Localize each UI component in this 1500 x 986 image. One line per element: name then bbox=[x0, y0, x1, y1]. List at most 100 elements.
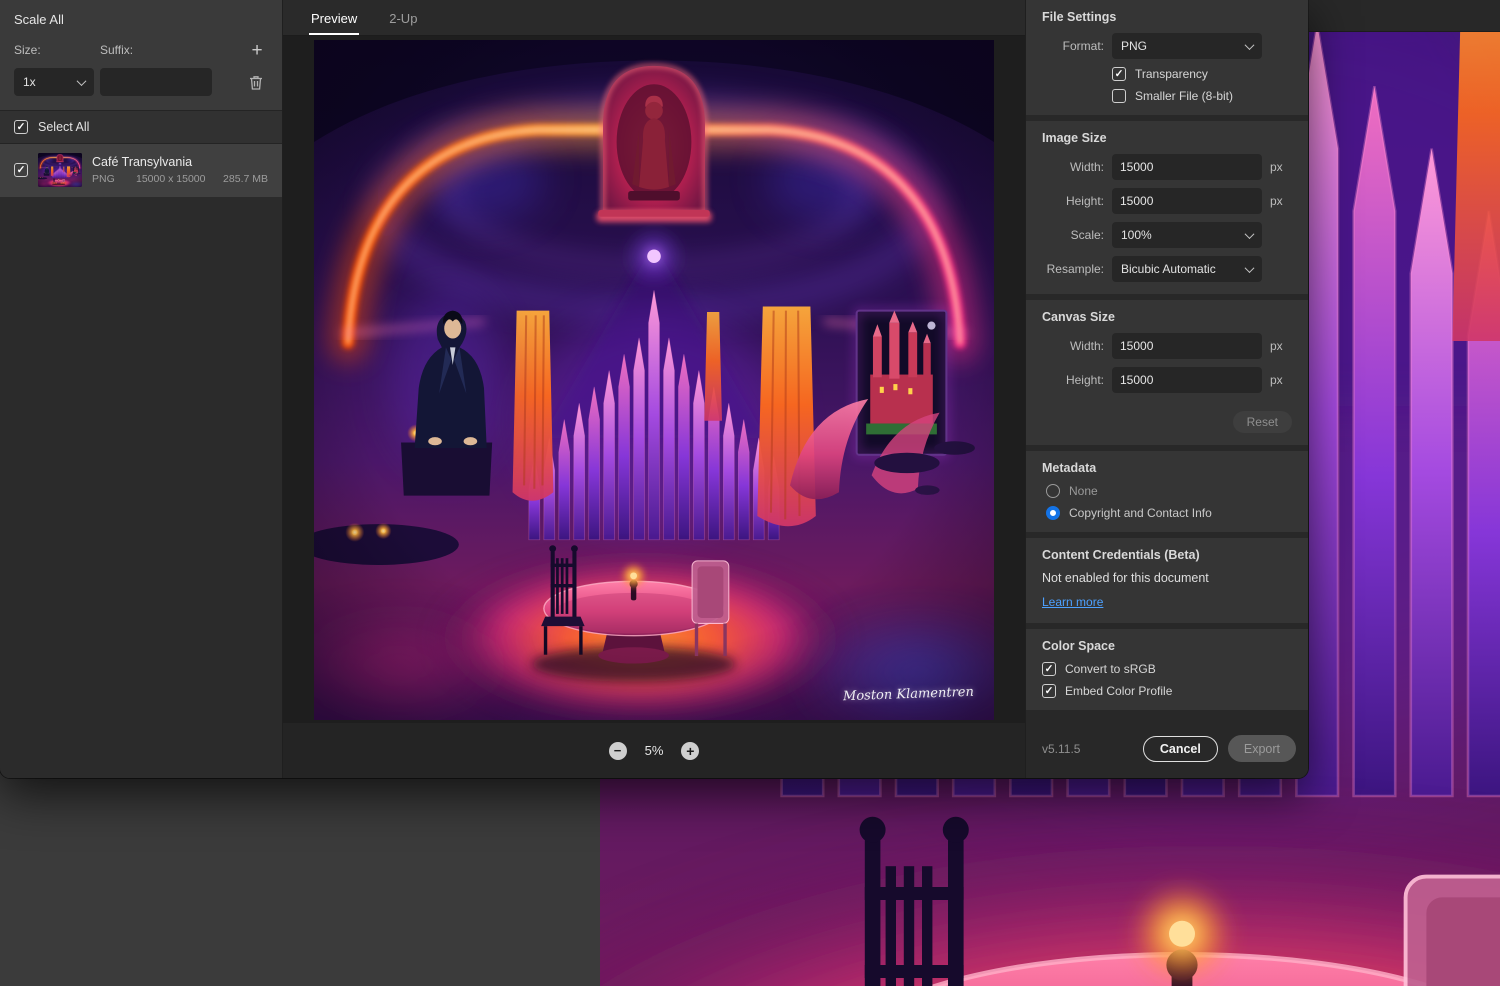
image-size-section: Image Size Width: px Height: px Scale: 1… bbox=[1026, 121, 1308, 294]
tab-preview[interactable]: Preview bbox=[309, 2, 359, 35]
resample-label: Resample: bbox=[1046, 262, 1104, 276]
scale-row: Scale: 100% bbox=[1042, 222, 1292, 248]
zoom-bar: 5% bbox=[283, 723, 1025, 778]
file-details-row: PNG 15000 x 15000 285.7 MB bbox=[92, 173, 268, 185]
convert-srgb-label: Convert to sRGB bbox=[1065, 662, 1156, 676]
canvas-width-input[interactable] bbox=[1112, 333, 1262, 359]
canvas-height-row: Height: px bbox=[1042, 367, 1292, 393]
scale-size-value: 1x bbox=[23, 75, 36, 89]
preview-viewport: Moston Klamentren bbox=[283, 36, 1025, 723]
canvas-width-row: Width: px bbox=[1042, 333, 1292, 359]
metadata-section: Metadata None Copyright and Contact Info bbox=[1026, 451, 1308, 532]
version-label: v5.11.5 bbox=[1042, 741, 1081, 756]
canvas-height-label: Height: bbox=[1065, 373, 1104, 387]
file-list-empty-area bbox=[0, 197, 282, 778]
convert-srgb-checkbox[interactable] bbox=[1042, 662, 1056, 676]
embed-profile-label: Embed Color Profile bbox=[1065, 684, 1173, 698]
reset-button[interactable]: Reset bbox=[1232, 411, 1292, 433]
content-credentials-status: Not enabled for this document bbox=[1042, 571, 1209, 585]
file-list-item[interactable]: Café Transylvania PNG 15000 x 15000 285.… bbox=[0, 144, 282, 197]
resample-dropdown[interactable]: Bicubic Automatic bbox=[1112, 256, 1262, 282]
cancel-button[interactable]: Cancel bbox=[1142, 735, 1218, 762]
smaller-file-checkbox[interactable] bbox=[1112, 89, 1126, 103]
scale-controls-row: 1x bbox=[14, 68, 268, 96]
file-settings-title: File Settings bbox=[1042, 10, 1117, 24]
trash-icon bbox=[250, 75, 262, 90]
suffix-input[interactable] bbox=[100, 68, 212, 96]
add-scale-button[interactable] bbox=[246, 39, 268, 61]
file-settings-section: File Settings Format: PNG Transparency S… bbox=[1026, 0, 1308, 115]
zoom-in-button[interactable] bbox=[681, 741, 700, 760]
scale-size-dropdown[interactable]: 1x bbox=[14, 68, 94, 96]
transparency-label: Transparency bbox=[1135, 67, 1208, 81]
content-credentials-section: Content Credentials (Beta) Not enabled f… bbox=[1026, 538, 1308, 623]
tab-2up[interactable]: 2-Up bbox=[387, 2, 419, 35]
file-size: 285.7 MB bbox=[223, 173, 268, 185]
chevron-down-icon bbox=[76, 75, 87, 86]
chevron-down-icon bbox=[1244, 228, 1255, 239]
file-meta: Café Transylvania PNG 15000 x 15000 285.… bbox=[92, 155, 268, 185]
scale-all-block: Scale All Size: Suffix: 1x bbox=[0, 0, 282, 110]
format-row: Format: PNG bbox=[1042, 33, 1292, 59]
background-app-bar bbox=[1308, 0, 1500, 32]
canvas-size-title: Canvas Size bbox=[1042, 310, 1115, 324]
smaller-file-row: Smaller File (8-bit) bbox=[1112, 89, 1292, 103]
px-unit: px bbox=[1270, 373, 1283, 387]
scale-value: 100% bbox=[1121, 228, 1152, 242]
artwork bbox=[314, 40, 994, 720]
transparency-checkbox[interactable] bbox=[1112, 67, 1126, 81]
chevron-down-icon bbox=[1244, 262, 1255, 273]
canvas-size-section: Canvas Size Width: px Height: px Reset bbox=[1026, 300, 1308, 445]
scale-label: Scale: bbox=[1070, 228, 1104, 242]
scale-panel: Scale All Size: Suffix: 1x bbox=[0, 0, 283, 778]
reset-row: Reset bbox=[1042, 401, 1292, 433]
image-size-title: Image Size bbox=[1042, 131, 1107, 145]
file-thumbnail bbox=[38, 153, 82, 187]
scale-labels-row: Size: Suffix: bbox=[14, 39, 268, 61]
select-all-checkbox[interactable] bbox=[14, 120, 28, 134]
content-credentials-title: Content Credentials (Beta) bbox=[1042, 548, 1200, 562]
suffix-label: Suffix: bbox=[100, 43, 134, 57]
color-space-title: Color Space bbox=[1042, 639, 1115, 653]
metadata-copyright-radio[interactable] bbox=[1046, 506, 1060, 520]
format-dropdown[interactable]: PNG bbox=[1112, 33, 1262, 59]
preview-panel: Preview 2-Up Moston Klamentren 5% bbox=[283, 0, 1025, 778]
file-name: Café Transylvania bbox=[92, 155, 193, 169]
size-label: Size: bbox=[14, 43, 41, 57]
metadata-copyright-label: Copyright and Contact Info bbox=[1069, 506, 1212, 520]
zoom-level: 5% bbox=[644, 743, 664, 758]
px-unit: px bbox=[1270, 339, 1283, 353]
metadata-none-radio[interactable] bbox=[1046, 484, 1060, 498]
format-label: Format: bbox=[1062, 39, 1104, 53]
canvas-height-input[interactable] bbox=[1112, 367, 1262, 393]
metadata-title: Metadata bbox=[1042, 461, 1097, 475]
embed-profile-checkbox[interactable] bbox=[1042, 684, 1056, 698]
export-as-dialog: Scale All Size: Suffix: 1x bbox=[0, 0, 1308, 778]
preview-image: Moston Klamentren bbox=[314, 40, 994, 720]
delete-scale-button[interactable] bbox=[244, 70, 268, 94]
resample-value: Bicubic Automatic bbox=[1121, 262, 1216, 276]
select-all-label: Select All bbox=[38, 120, 90, 134]
learn-more-link[interactable]: Learn more bbox=[1042, 595, 1103, 609]
embed-profile-row: Embed Color Profile bbox=[1042, 684, 1292, 698]
smaller-file-label: Smaller File (8-bit) bbox=[1135, 89, 1234, 103]
chevron-down-icon bbox=[1244, 39, 1255, 50]
file-format: PNG bbox=[92, 173, 115, 185]
image-height-input[interactable] bbox=[1112, 188, 1262, 214]
scale-dropdown[interactable]: 100% bbox=[1112, 222, 1262, 248]
image-height-row: Height: px bbox=[1042, 188, 1292, 214]
px-unit: px bbox=[1270, 194, 1283, 208]
image-width-input[interactable] bbox=[1112, 154, 1262, 180]
canvas-width-label: Width: bbox=[1069, 339, 1104, 353]
settings-panel: File Settings Format: PNG Transparency S… bbox=[1025, 0, 1308, 778]
file-checkbox[interactable] bbox=[14, 163, 28, 177]
zoom-out-button[interactable] bbox=[608, 741, 627, 760]
format-value: PNG bbox=[1121, 39, 1148, 53]
export-button[interactable]: Export bbox=[1227, 735, 1296, 762]
file-dimensions: 15000 x 15000 bbox=[136, 173, 206, 185]
metadata-none-label: None bbox=[1069, 484, 1098, 498]
select-all-row: Select All bbox=[0, 110, 282, 144]
height-label: Height: bbox=[1065, 194, 1104, 208]
transparency-row: Transparency bbox=[1112, 67, 1292, 81]
metadata-none-row: None bbox=[1042, 484, 1292, 498]
